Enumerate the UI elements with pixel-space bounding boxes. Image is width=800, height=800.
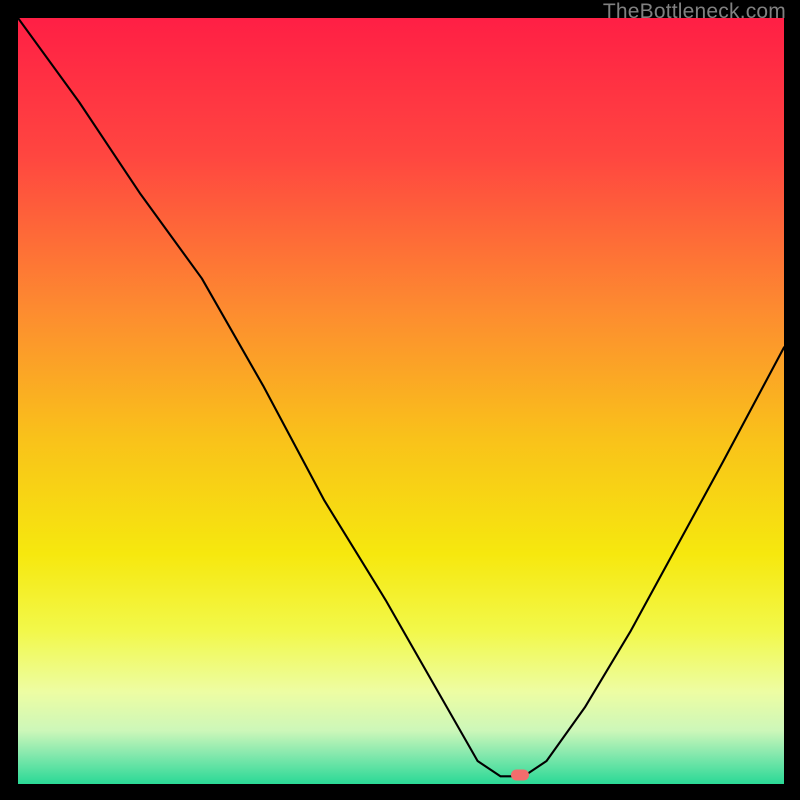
watermark-text: TheBottleneck.com <box>603 0 786 24</box>
chart-gradient-area <box>18 18 784 784</box>
optimal-point-marker <box>511 769 529 780</box>
chart-frame: TheBottleneck.com <box>0 0 800 800</box>
